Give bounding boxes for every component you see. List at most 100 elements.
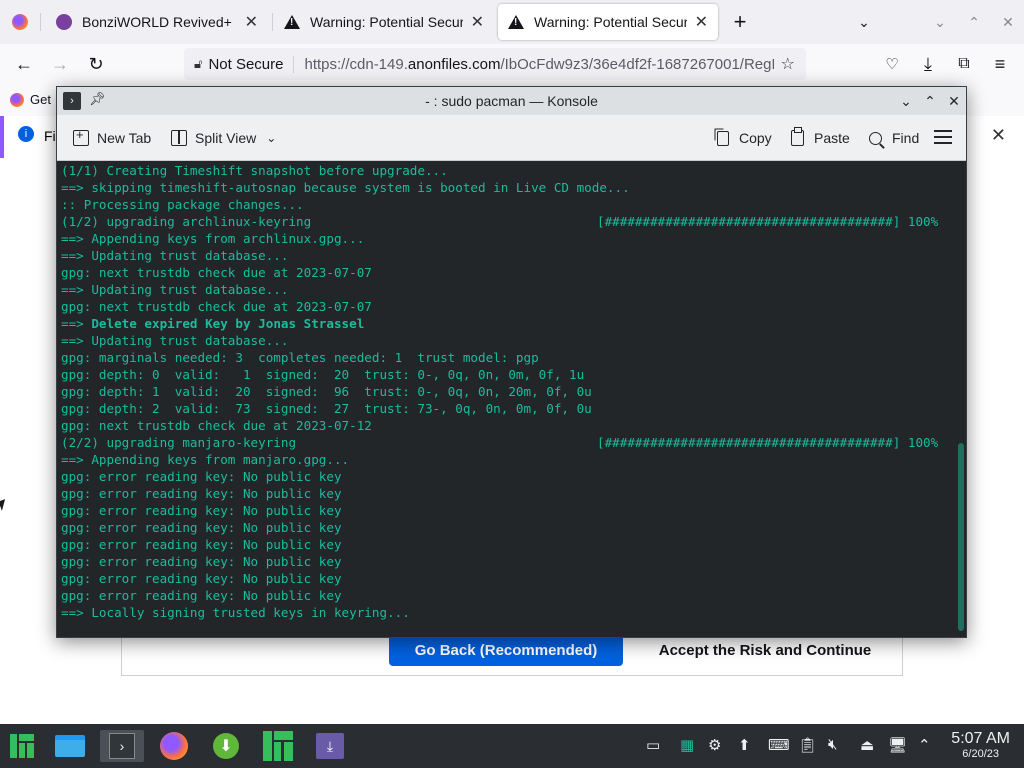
kde-connect-icon[interactable]: ⚙ [708,736,721,754]
tab-title: Warning: Potential Security [310,14,463,30]
taskbar-installer[interactable]: ⤓ [308,730,352,762]
extensions-icon[interactable]: ⧉ [952,52,976,76]
terminal-line: ==> Locally signing trusted keys in keyr… [61,605,410,620]
volume-muted-icon[interactable]: 🔇︎ [828,736,837,753]
folder-icon [55,735,85,757]
go-back-button[interactable]: Go Back (Recommended) [389,634,623,666]
pin-icon[interactable]: 📌︎ [89,91,106,107]
konsole-titlebar[interactable]: › 📌︎ - : sudo pacman — Konsole ⌄ ⌃ ✕ [57,87,966,115]
taskbar-konsole[interactable]: › [100,730,144,762]
tab-security-warning-2[interactable]: Warning: Potential Security ✕ [498,4,718,40]
hamburger-menu-icon[interactable] [934,130,952,144]
info-icon: i [18,126,34,142]
lock-warning-icon[interactable]: 🔓︎ [194,56,202,72]
url-prefix: https://cdn-149. [304,55,408,73]
minimize-icon[interactable]: ⌄ [895,90,917,112]
notification-text: Fi [44,128,56,144]
maximize-icon[interactable]: ⌃ [919,90,941,112]
terminal-line: gpg: error reading key: No public key [61,486,342,501]
paste-icon [791,127,804,146]
terminal-tray-icon[interactable]: ⌨ [768,736,790,754]
network-icon[interactable]: 🖥︎ [888,736,907,754]
close-icon[interactable]: ✕ [695,12,708,32]
url-bar[interactable]: 🔓︎ Not Secure https://cdn-149.anonfiles.… [184,48,806,80]
find-button[interactable]: Find [869,127,919,149]
minimize-icon[interactable]: ⌄ [928,10,952,34]
konsole-window: › 📌︎ - : sudo pacman — Konsole ⌄ ⌃ ✕ New… [56,86,967,638]
clock-time: 5:07 AM [951,730,1010,747]
downloads-icon[interactable]: ⤓ [916,52,940,76]
browser-nav-bar: ← → ↻ 🔓︎ Not Secure https://cdn-149.anon… [0,44,1024,84]
not-secure-label[interactable]: Not Secure [208,55,295,73]
find-label: Find [892,130,920,146]
terminal-line: ==> skipping timeshift-autosnap because … [61,180,630,195]
tab-separator [40,13,41,31]
taskbar-manjaro-hello[interactable] [256,730,300,762]
copy-button[interactable]: Copy [717,127,772,149]
tab-title: BonziWORLD Revived+ [82,14,232,30]
list-all-tabs-icon[interactable]: ⌄ [852,10,876,34]
terminal-scrollbar[interactable] [958,443,964,631]
menu-icon[interactable]: ≡ [988,52,1012,76]
terminal-line: gpg: next trustdb check due at 2023-07-0… [61,299,372,314]
close-window-icon[interactable]: ✕ [996,10,1020,34]
firefox-icon [160,732,188,760]
window-title: - : sudo pacman — Konsole [425,93,598,109]
pocket-icon[interactable]: ♡ [880,52,904,76]
maximize-icon[interactable]: ⌃ [962,10,986,34]
clipboard-icon[interactable]: ▦ [680,736,694,754]
usb-icon[interactable]: ⏏ [860,736,874,754]
install-icon: ⤓ [316,733,344,759]
bookmark-item[interactable]: Get [10,92,51,107]
accept-risk-button[interactable]: Accept the Risk and Continue [640,634,890,666]
tray-expand-icon[interactable]: ⌃ [918,736,931,754]
split-view-button[interactable]: Split View ⌄ [171,127,276,149]
terminal-line: gpg: error reading key: No public key [61,537,342,552]
show-desktop-icon[interactable]: ▭ [646,736,660,754]
warning-icon [284,15,300,29]
terminal-line: ==> Appending keys from archlinux.gpg... [61,231,365,246]
close-icon[interactable]: ✕ [943,90,965,112]
terminal-line: ==> Updating trust database... [61,333,289,348]
new-tab-button[interactable]: + [728,9,752,34]
updates-icon[interactable]: ⬆ [738,736,751,754]
mouse-cursor-icon [0,499,9,511]
clock[interactable]: 5:07 AM 6/20/23 [951,730,1010,760]
back-arrow-icon[interactable]: ← [12,52,36,76]
reload-icon[interactable]: ↻ [84,52,108,76]
new-tab-button[interactable]: New Tab [73,127,151,149]
application-launcher[interactable] [0,730,44,762]
terminal-line: gpg: next trustdb check due at 2023-07-1… [61,418,372,433]
terminal-line: gpg: error reading key: No public key [61,588,342,603]
manjaro-icon [263,731,293,761]
close-icon[interactable]: ✕ [245,12,258,32]
download-icon: ⬇ [213,733,239,759]
tab-separator [272,13,273,31]
bookmark-star-icon[interactable]: ☆ [780,54,794,74]
terminal-line: ==> Delete expired Key by Jonas Strassel [61,316,365,331]
paste-button[interactable]: Paste [791,127,850,149]
tab-security-warning-1[interactable]: Warning: Potential Security ✕ [274,4,494,40]
firefox-icon[interactable] [12,14,28,30]
progress-bar-text: [######################################]… [597,214,939,229]
taskbar-firefox[interactable] [152,730,196,762]
taskbar-files[interactable] [48,730,92,762]
forward-arrow-icon[interactable]: → [48,52,72,76]
tab-bonziworld[interactable]: BonziWORLD Revived+ ✕ [46,4,268,40]
warning-icon [508,15,524,29]
terminal-line: gpg: next trustdb check due at 2023-07-0… [61,265,372,280]
clipboard-history-icon[interactable]: 📋︎ [798,736,817,754]
terminal-line: gpg: error reading key: No public key [61,571,342,586]
browser-tab-strip: BonziWORLD Revived+ ✕ Warning: Potential… [0,0,1024,44]
split-view-label: Split View [195,130,257,146]
close-icon[interactable]: ✕ [991,125,1006,146]
terminal-line: gpg: marginals needed: 3 completes neede… [61,350,539,365]
manjaro-icon [10,734,34,758]
url-text[interactable]: https://cdn-149.anonfiles.com/IbOcFdw9z3… [304,56,774,73]
terminal-line: gpg: error reading key: No public key [61,503,342,518]
bonzi-favicon-icon [56,14,72,30]
taskbar-download-manager[interactable]: ⬇ [204,730,248,762]
terminal-output[interactable]: (1/1) Creating Timeshift snapshot before… [57,162,955,637]
close-icon[interactable]: ✕ [471,12,484,32]
terminal-line: gpg: error reading key: No public key [61,469,342,484]
